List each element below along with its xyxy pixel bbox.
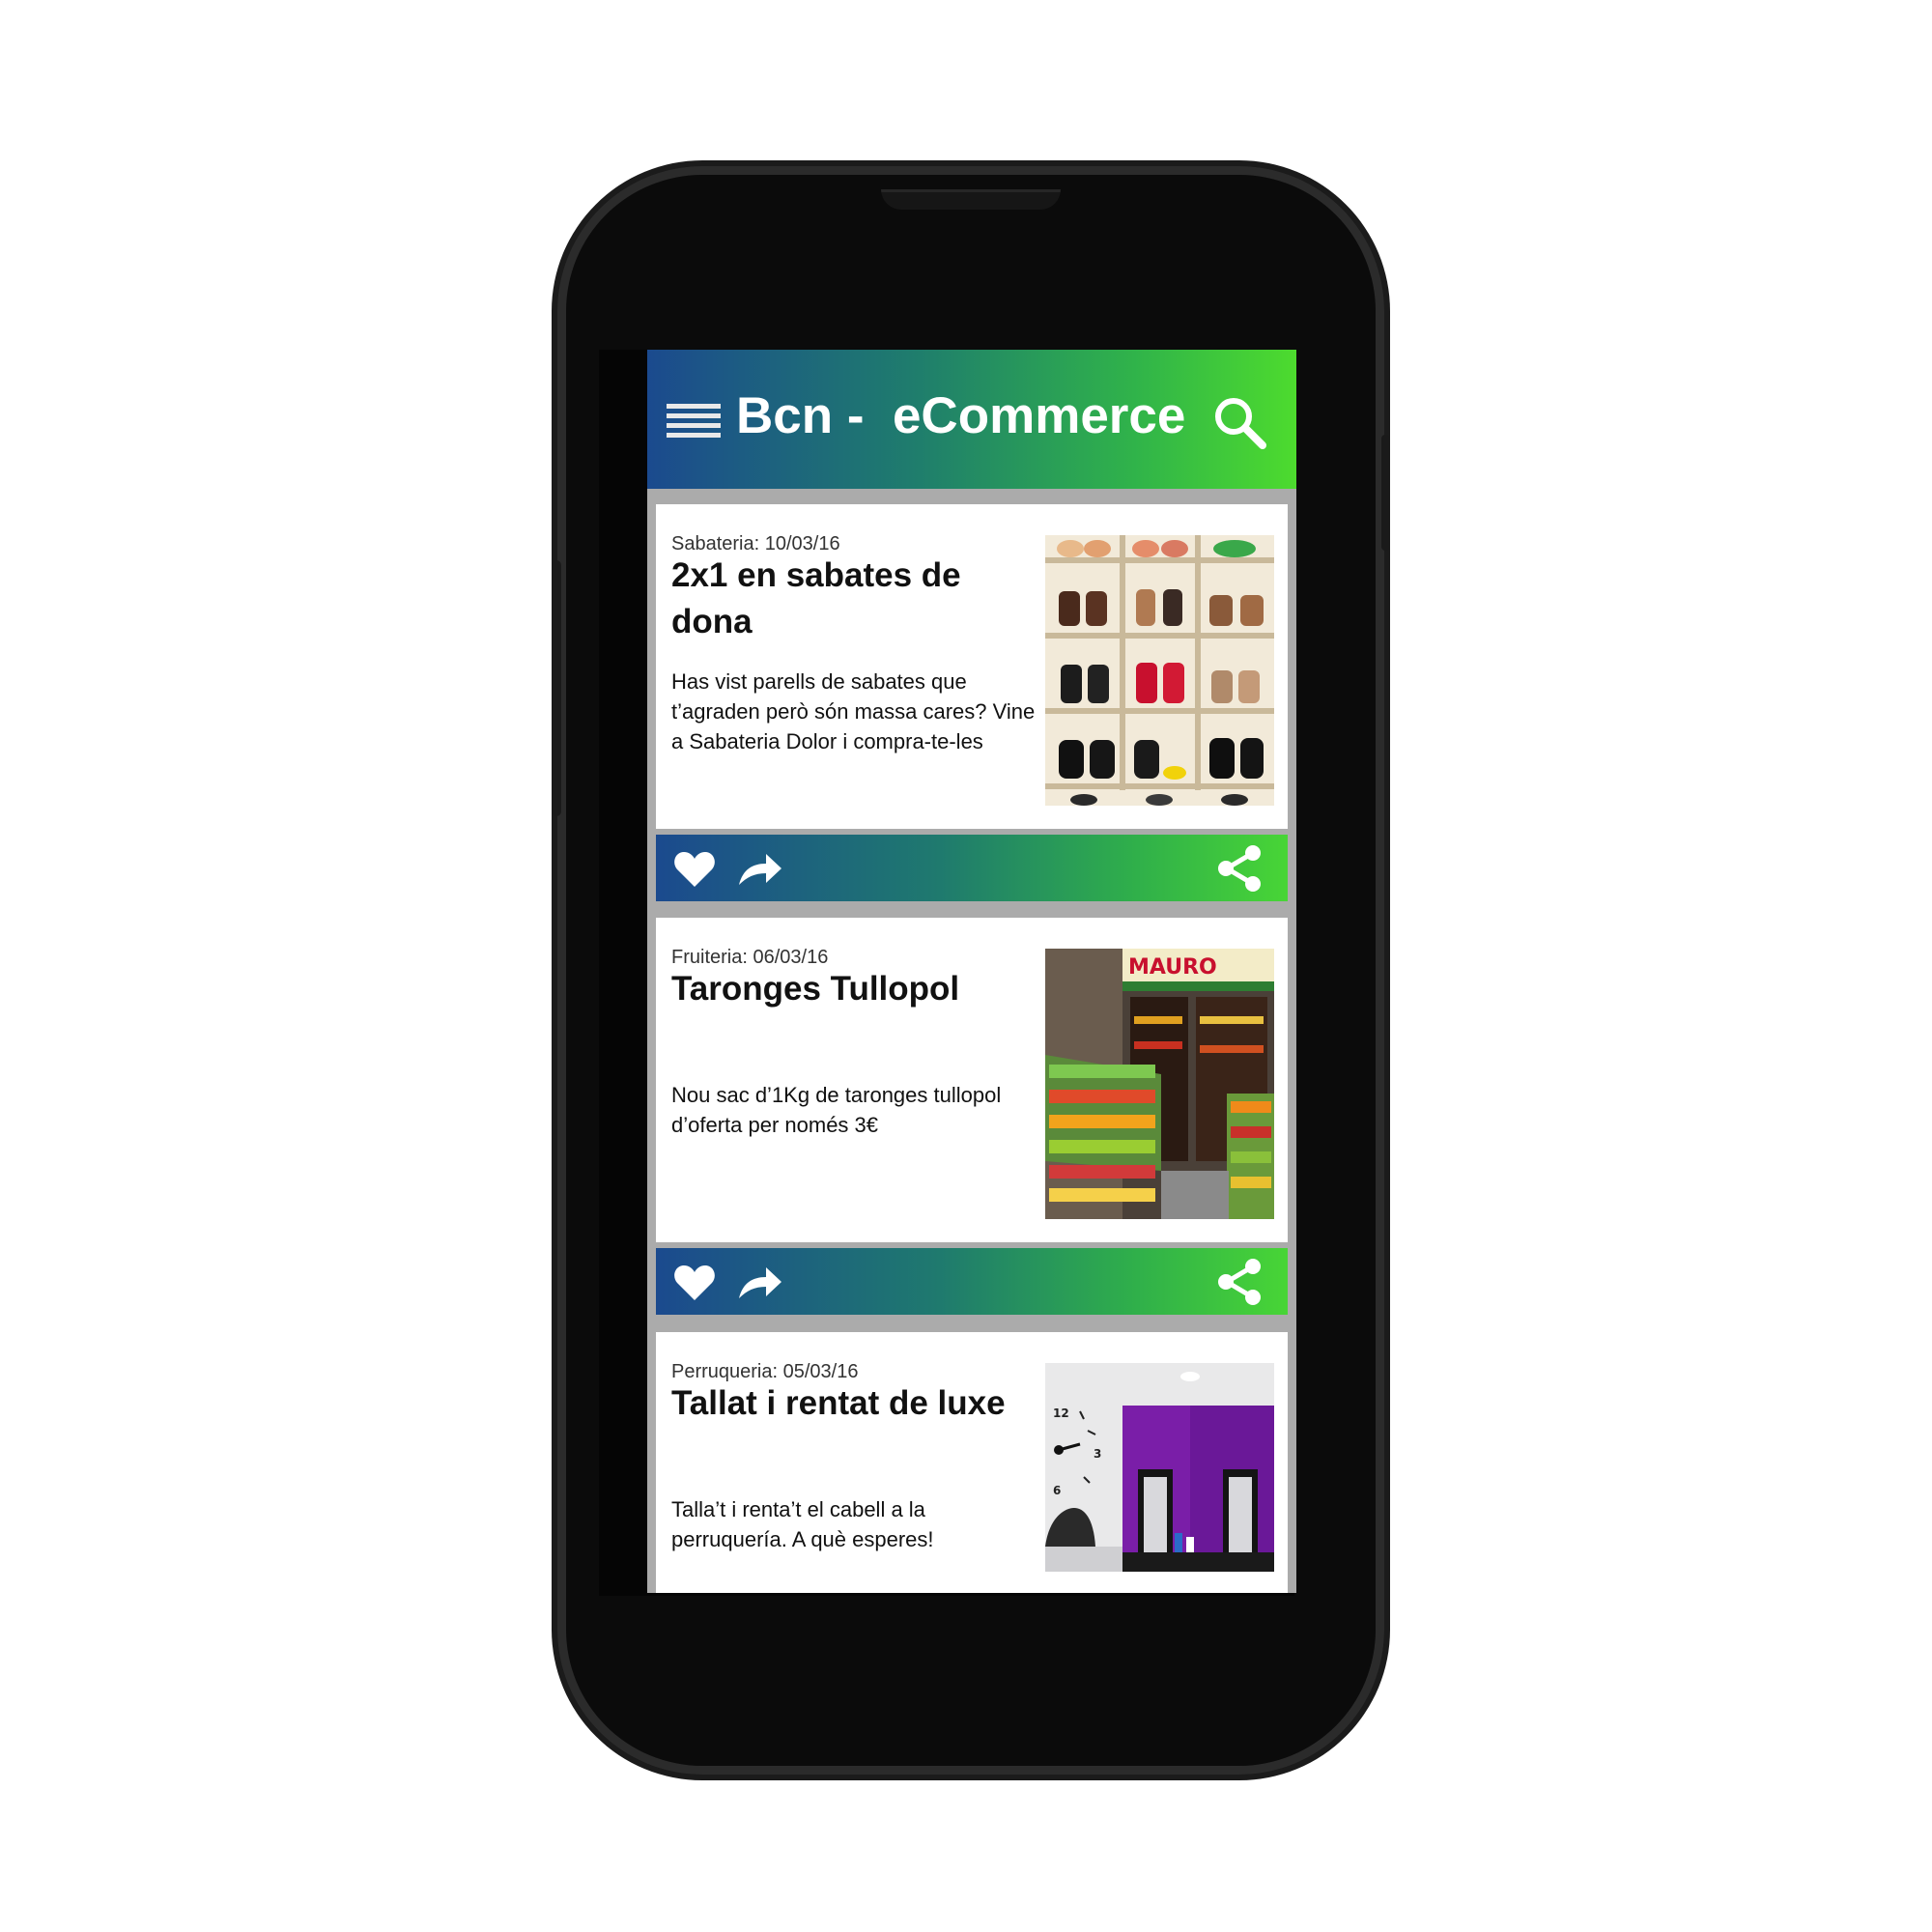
card-description: Talla’t i renta’t el cabell a la perruqu… [671,1497,934,1551]
app-title: Bcn - eCommerce [736,387,1186,444]
card-action-bar [656,1248,1288,1315]
share-icon[interactable] [1216,844,1263,893]
heart-icon[interactable] [673,850,716,889]
phone-volume-button [552,560,561,816]
card-title: Taronges Tullopol [671,970,960,1008]
menu-icon[interactable] [667,404,721,439]
card-description: Has vist parells de sabates que t’agrade… [671,669,1036,753]
heart-icon[interactable] [673,1264,716,1302]
card-action-bar [656,835,1288,901]
svg-text:12: 12 [1053,1406,1069,1420]
svg-text:3: 3 [1094,1447,1101,1461]
forward-arrow-icon[interactable] [737,1264,781,1302]
card-title: Tallat i rentat de luxe [671,1384,1006,1422]
feed-card[interactable]: Perruqueria: 05/03/16 Tallat i rentat de… [656,1332,1288,1593]
phone-power-button [1381,435,1389,551]
svg-text:6: 6 [1053,1484,1061,1497]
svg-text:MAURO: MAURO [1128,955,1217,980]
forward-arrow-icon[interactable] [737,850,781,889]
app-screen: Bcn - eCommerce Sabateria: 10/03/16 2x1 … [647,350,1296,1593]
search-icon[interactable] [1211,394,1269,452]
hair-salon-photo: 12 3 6 [1045,1363,1274,1572]
share-icon[interactable] [1216,1258,1263,1306]
card-title: 2x1 en sabates de dona [671,556,961,640]
shoe-shelves-photo [1045,535,1274,806]
app-bar: Bcn - eCommerce [647,350,1296,489]
phone-earpiece [881,189,1061,210]
feed-card[interactable]: Sabateria: 10/03/16 2x1 en sabates de do… [656,504,1288,829]
feed-card[interactable]: Fruiteria: 06/03/16 Taronges Tullopol No… [656,918,1288,1242]
card-description: Nou sac d’1Kg de taronges tullopol d’ofe… [671,1083,1002,1137]
fruit-shop-photo: MAURO [1045,949,1274,1219]
